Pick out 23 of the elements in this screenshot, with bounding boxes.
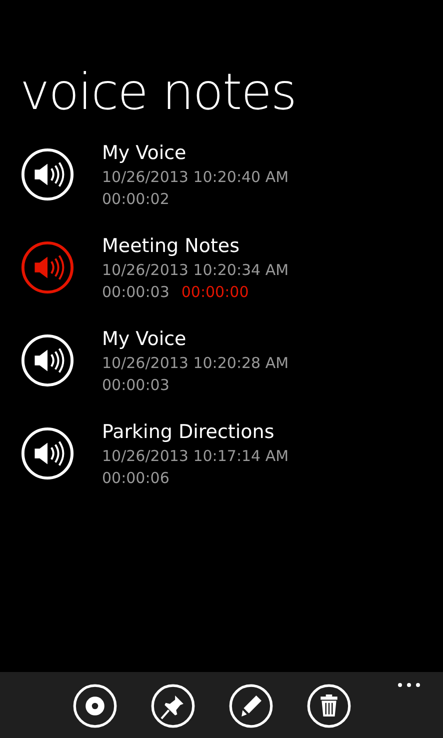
pin-button[interactable] — [150, 683, 196, 729]
note-duration: 00:00:06 — [102, 468, 170, 489]
note-date: 10/26/2013 10:20:28 AM — [102, 353, 289, 374]
pencil-icon — [228, 683, 274, 729]
note-duration: 00:00:03 — [102, 375, 170, 396]
note-date: 10/26/2013 10:20:34 AM — [102, 260, 289, 281]
edit-button[interactable] — [228, 683, 274, 729]
elapsed-time: 00:00:00 — [181, 282, 249, 303]
more-icon[interactable] — [397, 682, 421, 688]
page-title: voice notes — [20, 62, 297, 122]
pin-icon — [150, 683, 196, 729]
note-title[interactable]: My Voice — [102, 326, 289, 352]
delete-button[interactable] — [306, 683, 352, 729]
note-duration: 00:00:03 — [102, 282, 170, 303]
record-button[interactable] — [72, 683, 118, 729]
note-title[interactable]: My Voice — [102, 140, 289, 166]
record-icon — [72, 683, 118, 729]
note-duration: 00:00:02 — [102, 189, 170, 210]
note-date: 10/26/2013 10:17:14 AM — [102, 446, 289, 467]
note-title[interactable]: Parking Directions — [102, 419, 289, 445]
note-title[interactable]: Meeting Notes — [102, 233, 289, 259]
trash-icon — [306, 683, 352, 729]
note-date: 10/26/2013 10:20:40 AM — [102, 167, 289, 188]
